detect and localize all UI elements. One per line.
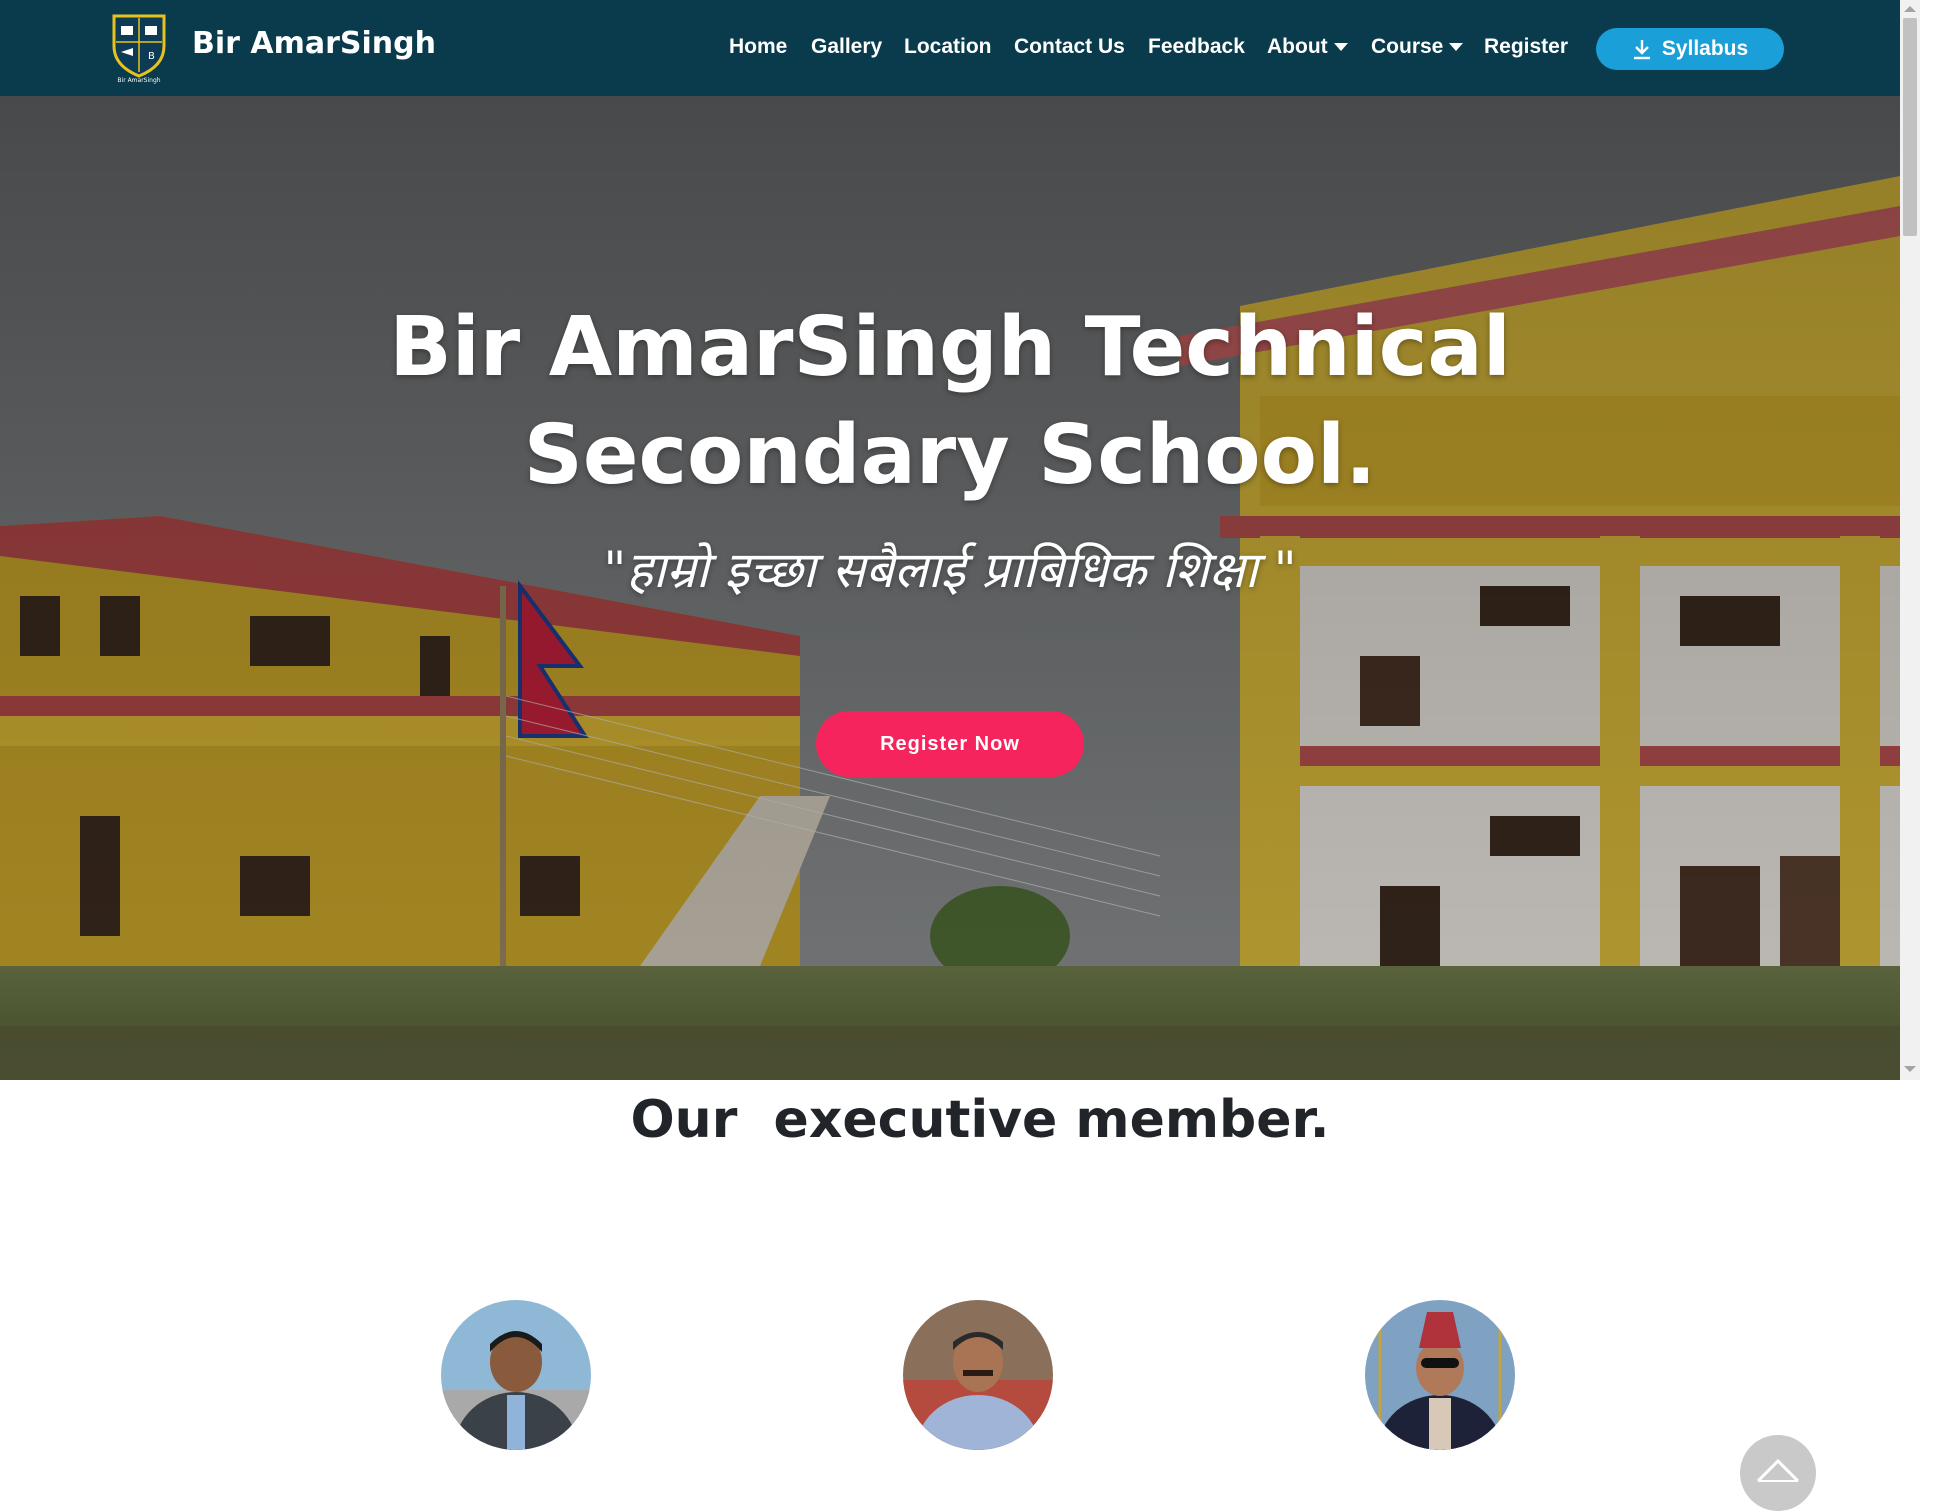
hero-motto: "हाम्रो इच्छा सबैलाई प्राबिधिक शिक्षा " <box>603 541 1297 599</box>
hero-title-line2: Secondary School. <box>523 408 1377 503</box>
school-logo-icon[interactable]: B Bir AmarSingh <box>110 12 168 84</box>
nav-feedback-link[interactable]: Feedback <box>1148 35 1245 59</box>
chevron-up-icon <box>1756 1458 1800 1483</box>
syllabus-label: Syllabus <box>1661 37 1749 60</box>
download-icon <box>1633 40 1650 60</box>
scroll-down-arrow-icon[interactable] <box>1904 1066 1916 1072</box>
nav-course-dropdown[interactable]: Course <box>1371 35 1464 59</box>
nav-home-link[interactable]: Home <box>729 35 787 59</box>
top-navbar: B Bir AmarSingh Bir AmarSingh Home Galle… <box>0 0 1900 96</box>
hero-title-line1: Bir AmarSingh Technical <box>389 300 1511 395</box>
hero-banner: Bir AmarSingh Technical Secondary School… <box>0 96 1900 1080</box>
syllabus-download-button[interactable]: Syllabus <box>1596 28 1784 70</box>
scroll-up-arrow-icon[interactable] <box>1904 6 1916 12</box>
brand-name[interactable]: Bir AmarSingh <box>192 26 436 61</box>
nav-about-dropdown[interactable]: About <box>1267 35 1348 59</box>
scrollbar-thumb[interactable] <box>1903 18 1917 236</box>
member-photo-2 <box>903 1300 1053 1450</box>
nav-course-label: Course <box>1371 35 1444 58</box>
member-photo-3 <box>1365 1300 1515 1450</box>
svg-text:B: B <box>148 51 155 62</box>
nav-gallery-link[interactable]: Gallery <box>811 35 882 59</box>
nav-register-link[interactable]: Register <box>1484 35 1568 59</box>
nav-about-label: About <box>1267 35 1328 58</box>
nav-contact-link[interactable]: Contact Us <box>1014 35 1125 59</box>
executive-members-heading: Our executive member. <box>630 1090 1330 1150</box>
caret-down-icon <box>1449 43 1464 52</box>
svg-text:Bir AmarSingh: Bir AmarSingh <box>117 77 160 84</box>
register-now-button[interactable]: Register Now <box>816 711 1084 777</box>
back-to-top-button[interactable] <box>1740 1435 1816 1511</box>
nav-location-link[interactable]: Location <box>904 35 992 59</box>
member-photo-1 <box>441 1300 591 1450</box>
hero-title: Bir AmarSingh Technical Secondary School… <box>0 294 1900 510</box>
caret-down-icon <box>1333 43 1348 52</box>
